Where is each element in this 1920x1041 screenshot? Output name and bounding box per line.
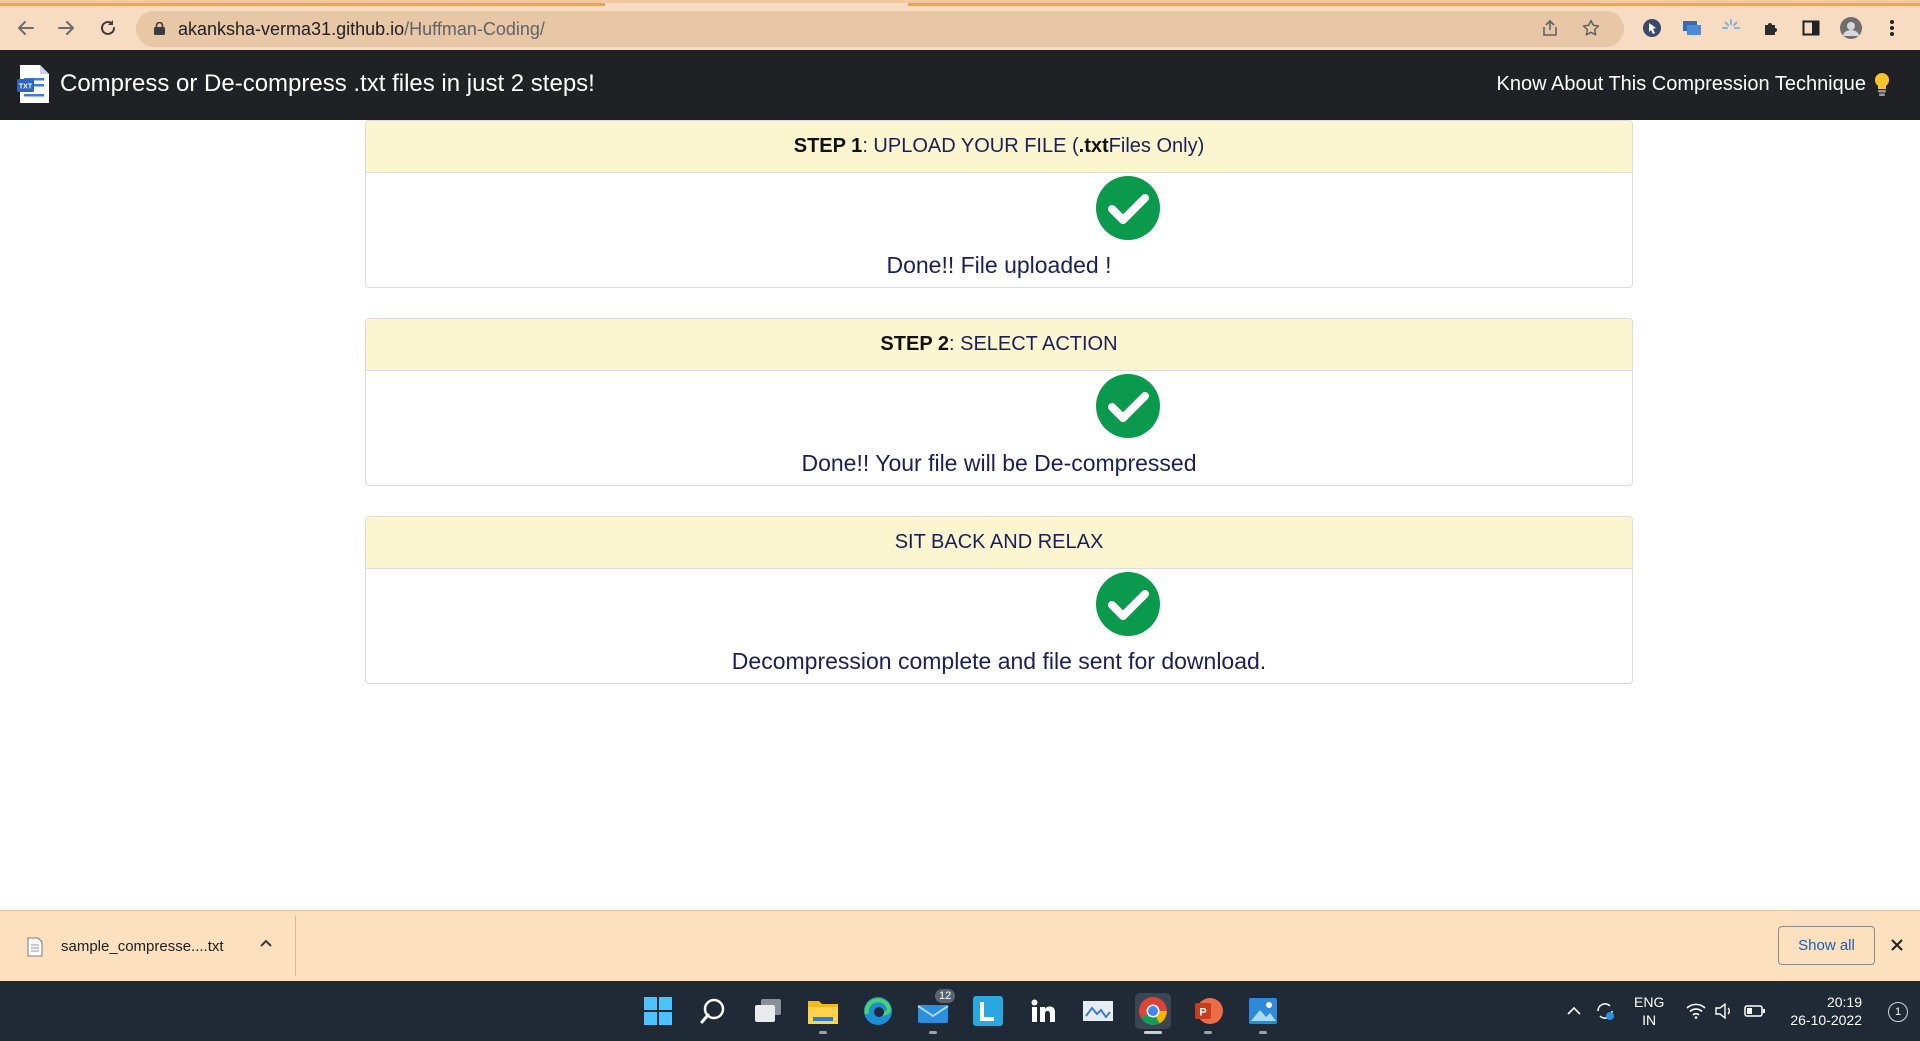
extension-cursor-icon[interactable] [1640, 16, 1664, 40]
clock-time: 20:19 [1826, 994, 1862, 1010]
step-1-card: STEP 1: UPLOAD YOUR FILE (.txt Files Onl… [365, 120, 1633, 288]
language-indicator[interactable]: ENG IN [1634, 993, 1664, 1029]
chevron-up-icon[interactable] [256, 935, 276, 953]
mail-badge: 12 [935, 989, 956, 1003]
extensions-puzzle-icon[interactable] [1759, 16, 1783, 40]
url-path: /Huffman-Coding/ [404, 19, 545, 39]
reload-icon[interactable] [95, 15, 121, 41]
forward-arrow-icon[interactable] [53, 15, 79, 41]
header-text: SIT BACK AND RELAX [894, 531, 1104, 553]
site-navbar: TXT Compress or De-compress .txt files i… [0, 50, 1920, 120]
card-body: Decompression complete and file sent for… [366, 569, 1632, 683]
card-header: STEP 2: SELECT ACTION [366, 319, 1632, 371]
header-text: : UPLOAD YOUR FILE ( [862, 135, 1079, 157]
file-explorer-icon[interactable] [805, 993, 841, 1029]
windows-start-icon[interactable] [640, 993, 676, 1029]
card-header: SIT BACK AND RELAX [366, 517, 1632, 569]
bookmark-star-icon[interactable] [1581, 19, 1601, 39]
app-running-indicator [819, 1031, 827, 1034]
close-icon[interactable] [1886, 933, 1908, 957]
profile-avatar[interactable] [1839, 16, 1863, 40]
region-code: IN [1642, 1012, 1657, 1028]
card-header: STEP 1: UPLOAD YOUR FILE (.txt Files Onl… [366, 121, 1632, 173]
edge-browser-icon[interactable] [860, 993, 896, 1029]
app-running-indicator [1204, 1031, 1212, 1034]
download-bar: sample_compresse....txt Show all [0, 910, 1920, 981]
svg-text:P: P [1199, 1007, 1206, 1019]
tab-strip-accent [908, 3, 1920, 6]
step-label: STEP 1 [793, 135, 863, 157]
app-active-indicator [1144, 1031, 1162, 1034]
header-text: : SELECT ACTION [948, 333, 1118, 355]
tray-chevron-up-icon[interactable] [1566, 981, 1582, 1041]
lightbulb-icon [1874, 72, 1890, 96]
battery-icon[interactable] [1744, 981, 1766, 1041]
chrome-icon[interactable] [1135, 993, 1171, 1029]
url-domain: akanksha-verma31.github.io [178, 19, 405, 39]
card-body: Done!! Your file will be De-compressed [366, 371, 1632, 485]
app-running-indicator [929, 1031, 937, 1034]
monitor-app-icon[interactable] [1080, 993, 1116, 1029]
app-running-indicator [1259, 1031, 1267, 1034]
search-icon[interactable] [695, 993, 731, 1029]
back-arrow-icon[interactable] [13, 15, 39, 41]
status-message: Decompression complete and file sent for… [731, 648, 1267, 674]
site-title[interactable]: Compress or De-compress .txt files in ju… [60, 70, 595, 98]
card-body: Done!! File uploaded ! [366, 173, 1632, 287]
clock-date: 26-10-2022 [1790, 1012, 1862, 1028]
extension-loader-icon[interactable] [1719, 16, 1743, 40]
side-panel-icon[interactable] [1799, 16, 1823, 40]
step-2-card: STEP 2: SELECT ACTION Done!! Your file w… [365, 318, 1633, 486]
relax-card: SIT BACK AND RELAX Decompression complet… [365, 516, 1633, 684]
linkedin-icon[interactable] [1025, 993, 1061, 1029]
status-message: Done!! Your file will be De-compressed [801, 450, 1197, 476]
share-icon[interactable] [1540, 19, 1560, 39]
launcher-l-icon[interactable] [970, 993, 1006, 1029]
powerpoint-icon[interactable]: P [1190, 993, 1226, 1029]
sync-icon[interactable] [1594, 981, 1616, 1041]
step-label: STEP 2 [880, 333, 949, 355]
svg-text:TXT: TXT [19, 84, 33, 91]
know-about-link[interactable]: Know About This Compression Technique [1497, 73, 1866, 96]
mail-icon[interactable]: 12 [915, 989, 956, 1029]
url-text[interactable]: akanksha-verma31.github.io/Huffman-Codin… [178, 19, 545, 40]
address-bar[interactable]: akanksha-verma31.github.io/Huffman-Codin… [136, 11, 1624, 47]
check-circle-icon [1096, 374, 1160, 438]
tab-strip-accent [0, 3, 605, 6]
download-file-name[interactable]: sample_compresse....txt [61, 938, 224, 955]
language-code: ENG [1634, 994, 1665, 1010]
document-file-icon: TXT [17, 65, 49, 103]
check-circle-icon [1096, 572, 1160, 636]
task-view-icon[interactable] [750, 993, 786, 1029]
text-file-icon[interactable] [27, 937, 43, 957]
system-clock[interactable]: 20:19 26-10-2022 [1790, 993, 1862, 1029]
divider [295, 916, 296, 976]
notification-badge[interactable]: 1 [1888, 1002, 1908, 1022]
browser-menu-icon[interactable] [1880, 16, 1904, 40]
volume-icon[interactable] [1714, 981, 1734, 1041]
wifi-icon[interactable] [1686, 981, 1706, 1041]
check-circle-icon [1096, 176, 1160, 240]
browser-toolbar: akanksha-verma31.github.io/Huffman-Codin… [0, 0, 1920, 50]
photos-icon[interactable] [1245, 993, 1281, 1029]
file-extension-label: .txt [1078, 135, 1109, 157]
lock-icon[interactable] [154, 22, 165, 35]
header-text: Files Only) [1108, 135, 1205, 157]
status-message: Done!! File uploaded ! [886, 252, 1112, 278]
windows-taskbar: 12 P ENG IN 20:19 26-10-2022 1 [0, 981, 1920, 1041]
show-all-button[interactable]: Show all [1778, 926, 1875, 965]
extension-screen-icon[interactable] [1680, 16, 1704, 40]
